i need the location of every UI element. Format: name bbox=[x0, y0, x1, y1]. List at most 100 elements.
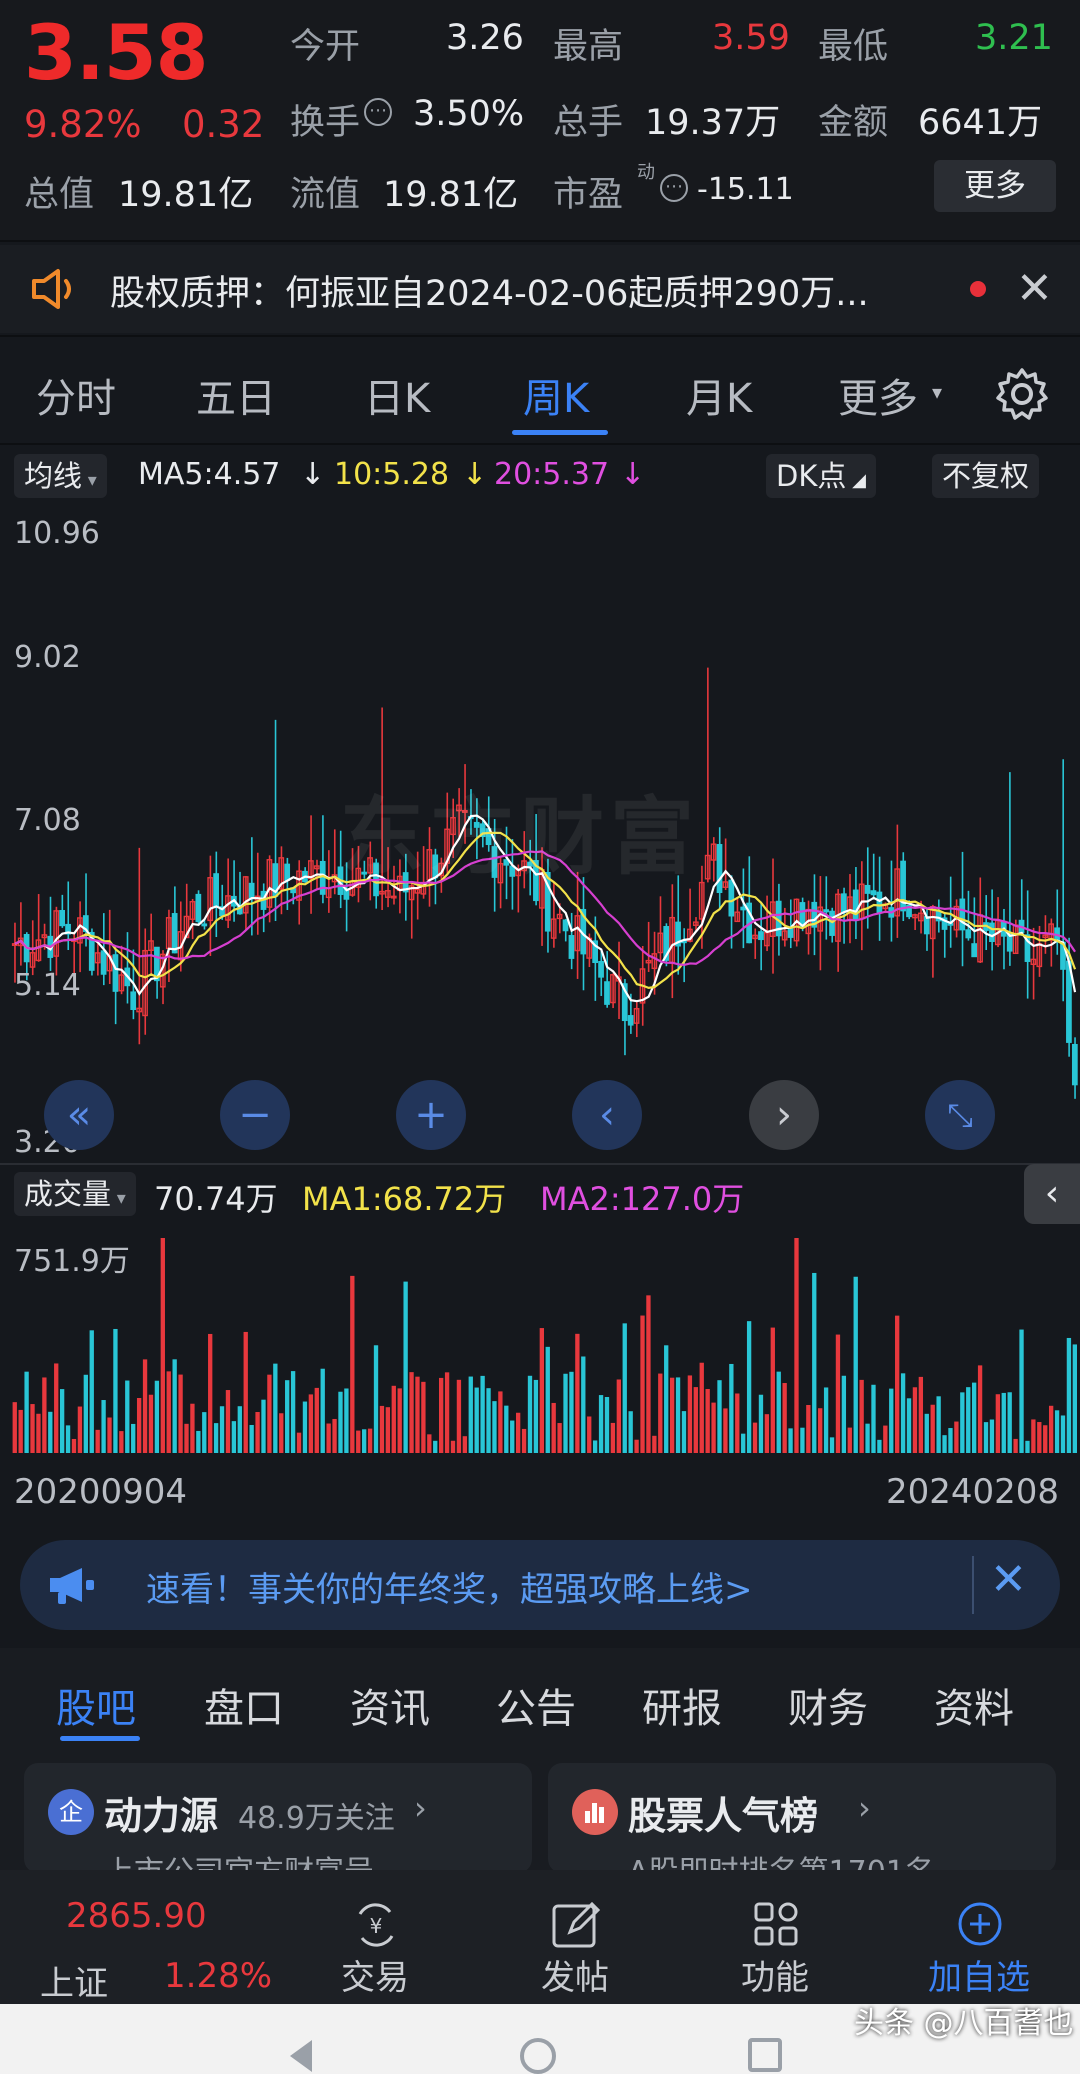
volume-bar bbox=[930, 1404, 935, 1453]
pe-info-icon[interactable]: ⋯ bbox=[660, 174, 688, 202]
gear-icon[interactable] bbox=[994, 366, 1050, 422]
tab-announcements[interactable]: 公告 bbox=[496, 1676, 576, 1734]
candle-body bbox=[959, 898, 966, 931]
chevron-down-icon: ▾ bbox=[932, 380, 943, 404]
popularity-card[interactable]: 股票人气榜 › A股即时排名第1701名 bbox=[548, 1763, 1056, 1890]
volume-bar bbox=[533, 1379, 539, 1453]
float-label: 流值 bbox=[290, 175, 361, 215]
candle-body bbox=[965, 929, 972, 939]
tab-profile[interactable]: 资料 bbox=[934, 1676, 1014, 1734]
amount-label: 金额 bbox=[818, 103, 889, 143]
candle-body bbox=[195, 893, 202, 923]
index-name[interactable]: 上证 bbox=[40, 1956, 108, 2005]
post-button[interactable]: 发帖 bbox=[500, 1900, 650, 1999]
tab-intraday[interactable]: 分时 bbox=[36, 366, 116, 424]
tab-monthly-k[interactable]: 月K bbox=[686, 366, 752, 424]
amount-value: 6641万 bbox=[918, 103, 1043, 143]
volume-bar bbox=[415, 1376, 420, 1453]
tab-daily-k[interactable]: 日K bbox=[364, 366, 430, 424]
collapse-panel-icon[interactable]: ‹ bbox=[1024, 1164, 1080, 1224]
volume-bar bbox=[616, 1379, 621, 1453]
candle-body bbox=[562, 919, 569, 932]
volume-chart[interactable] bbox=[0, 1225, 1080, 1460]
tab-five-day[interactable]: 五日 bbox=[196, 366, 276, 424]
volume-bar bbox=[1048, 1405, 1054, 1453]
volume-bar bbox=[776, 1371, 781, 1453]
divider bbox=[972, 1556, 974, 1614]
back-icon[interactable] bbox=[290, 2040, 312, 2072]
tab-forum[interactable]: 股吧 bbox=[56, 1676, 136, 1734]
volume-bar bbox=[154, 1380, 160, 1453]
zoom-out-icon[interactable]: − bbox=[220, 1080, 290, 1150]
more-button[interactable]: 更多 bbox=[934, 160, 1056, 212]
open-label: 今开 bbox=[290, 27, 361, 67]
company-account-card[interactable]: 企 动力源 48.9万关注 › 上市公司官方财富号 bbox=[24, 1763, 532, 1890]
volume-bar bbox=[717, 1380, 722, 1453]
volume-bar bbox=[468, 1376, 473, 1453]
add-watchlist-button[interactable]: 加自选 bbox=[904, 1900, 1054, 1999]
volume-bar bbox=[1054, 1410, 1060, 1453]
index-percent[interactable]: 1.28% bbox=[164, 1956, 272, 1996]
volume-bar bbox=[1019, 1329, 1024, 1453]
volume-bar bbox=[397, 1388, 402, 1453]
notice-bar[interactable]: 股权质押：何振亚自2024-02-06起质押290万... ✕ bbox=[0, 245, 1080, 333]
volume-bar bbox=[664, 1345, 669, 1453]
tab-news[interactable]: 资讯 bbox=[350, 1676, 430, 1734]
volume-bar bbox=[557, 1423, 562, 1453]
ma-select[interactable]: 均线 ▾ bbox=[14, 454, 107, 498]
chevron-left-icon[interactable]: ‹ bbox=[572, 1080, 642, 1150]
edit-icon bbox=[552, 1901, 601, 1948]
start-date: 20200904 bbox=[14, 1472, 188, 1512]
volume-bar bbox=[545, 1346, 550, 1453]
volume-canvas bbox=[12, 1238, 1077, 1453]
volume-bar bbox=[1025, 1440, 1030, 1453]
info-icon[interactable]: ⋯ bbox=[364, 98, 392, 126]
volume-bar bbox=[871, 1384, 876, 1453]
card-title: 动力源 bbox=[104, 1794, 219, 1838]
index-value[interactable]: 2865.90 bbox=[66, 1896, 207, 1936]
volume-bar bbox=[521, 1428, 527, 1453]
volume-bar bbox=[806, 1405, 811, 1453]
chevron-right-icon[interactable]: › bbox=[749, 1080, 819, 1150]
volume-bar bbox=[859, 1379, 864, 1453]
volume-bar bbox=[960, 1392, 965, 1453]
volume-bar bbox=[794, 1238, 799, 1453]
volume-select[interactable]: 成交量 ▾ bbox=[14, 1172, 136, 1216]
functions-label: 功能 bbox=[741, 1958, 809, 1998]
trade-button[interactable]: ¥ 交易 bbox=[300, 1900, 450, 1999]
volume-bar bbox=[527, 1375, 533, 1453]
y-label-4: 5.14 bbox=[14, 968, 81, 1003]
functions-button[interactable]: 功能 bbox=[700, 1900, 850, 1999]
tab-weekly-k[interactable]: 周K bbox=[523, 366, 589, 424]
volume-bar bbox=[675, 1377, 681, 1453]
volume-bar bbox=[628, 1411, 633, 1453]
volume-bar bbox=[895, 1315, 900, 1453]
home-icon[interactable] bbox=[520, 2038, 556, 2074]
close-icon[interactable]: ✕ bbox=[1016, 263, 1053, 314]
candle-body bbox=[568, 935, 575, 959]
tab-more[interactable]: 更多 bbox=[838, 366, 918, 424]
volume-bar bbox=[166, 1371, 171, 1453]
volume-bar bbox=[977, 1365, 983, 1453]
tab-research[interactable]: 研报 bbox=[642, 1676, 722, 1734]
dk-point-button[interactable]: DK点 ◢ bbox=[766, 454, 876, 498]
promo-banner[interactable]: 速看！事关你的年终奖，超强攻略上线> ✕ bbox=[20, 1540, 1060, 1630]
svg-text:¥: ¥ bbox=[370, 1914, 383, 1938]
fullscreen-icon[interactable]: ⤡ bbox=[925, 1080, 995, 1150]
zoom-in-icon[interactable]: + bbox=[396, 1080, 466, 1150]
volume-bar bbox=[847, 1427, 852, 1453]
recents-icon[interactable] bbox=[748, 2038, 782, 2072]
volume-bar bbox=[54, 1363, 59, 1453]
tab-orderbook[interactable]: 盘口 bbox=[204, 1676, 284, 1734]
zoom-out-far-icon[interactable]: « bbox=[44, 1080, 114, 1150]
volume-bar bbox=[77, 1406, 83, 1453]
volume-bar bbox=[136, 1398, 142, 1453]
close-icon[interactable]: ✕ bbox=[990, 1554, 1027, 1605]
volume-bar bbox=[190, 1403, 195, 1453]
adjust-button[interactable]: 不复权 bbox=[932, 454, 1040, 498]
active-tab-indicator bbox=[512, 430, 608, 435]
volume-bar bbox=[498, 1391, 503, 1453]
tab-finance[interactable]: 财务 bbox=[788, 1676, 868, 1734]
megaphone-icon bbox=[46, 1564, 98, 1606]
volume-bar bbox=[30, 1404, 35, 1453]
